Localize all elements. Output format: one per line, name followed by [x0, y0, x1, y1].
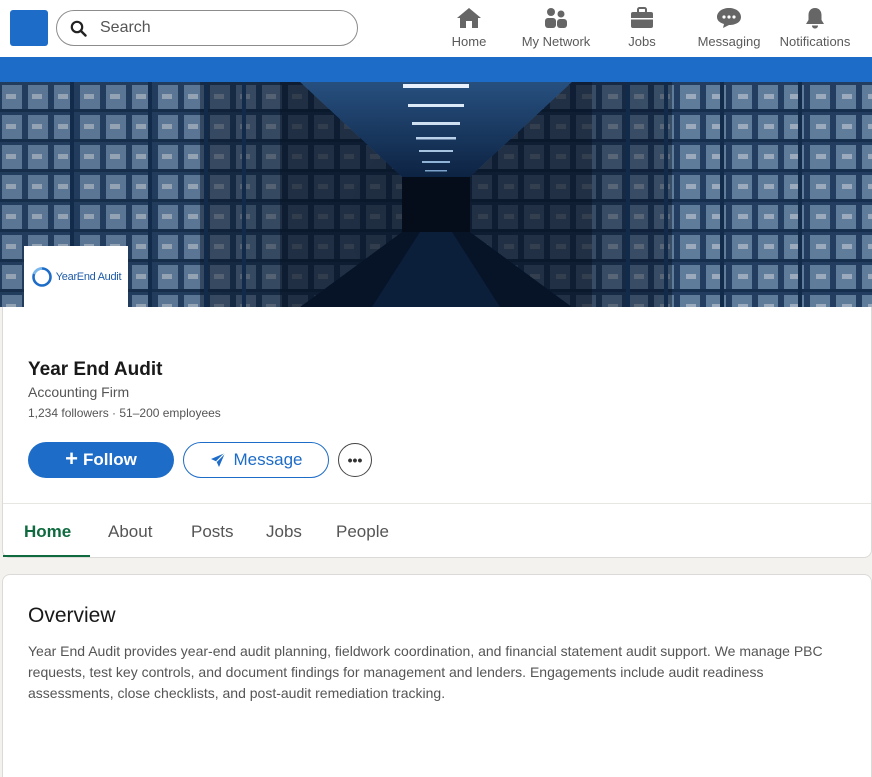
nav-messaging[interactable]: Messaging: [696, 7, 762, 53]
search-icon: [70, 20, 87, 37]
more-options-button[interactable]: •••: [338, 443, 372, 477]
company-stats[interactable]: 1,234 followers · 51–200 employees: [28, 406, 221, 420]
nav-my-network[interactable]: My Network: [519, 7, 593, 53]
nav-notifications[interactable]: Notifications: [777, 7, 853, 53]
message-button[interactable]: Message: [183, 442, 329, 478]
company-logo-ring-icon: [31, 266, 52, 287]
nav-home-label: Home: [451, 34, 487, 49]
company-industry: Accounting Firm: [28, 384, 130, 400]
message-button-label: Message: [233, 450, 303, 469]
active-tab-indicator: [3, 555, 90, 557]
tab-jobs[interactable]: Jobs: [266, 522, 302, 542]
tab-about[interactable]: About: [108, 522, 152, 542]
tab-home[interactable]: Home: [24, 522, 71, 542]
follow-button-label: Follow: [83, 450, 137, 469]
nav-jobs-label: Jobs: [628, 34, 656, 49]
messaging-icon: [717, 8, 741, 28]
brand-strip: [0, 57, 872, 82]
company-logo-text: YearEnd Audit: [55, 270, 122, 283]
plus-icon: +: [65, 445, 79, 471]
cover-banner-image: [0, 82, 872, 307]
company-logo[interactable]: YearEnd Audit: [24, 246, 128, 307]
follow-button[interactable]: + Follow: [28, 442, 174, 478]
bell-icon: [806, 8, 824, 29]
nav-jobs[interactable]: Jobs: [625, 7, 659, 53]
briefcase-icon: [631, 7, 653, 28]
nav-my-network-label: My Network: [521, 34, 591, 49]
company-name: Year End Audit: [28, 359, 163, 380]
nav-home[interactable]: Home: [450, 7, 488, 53]
network-icon: [545, 8, 567, 28]
tab-posts[interactable]: Posts: [191, 522, 234, 542]
app-logo[interactable]: [10, 10, 48, 46]
tab-people[interactable]: People: [336, 522, 389, 542]
overview-text: Year End Audit provides year-end audit p…: [28, 643, 823, 701]
company-profile-card: [2, 307, 872, 558]
search-bar[interactable]: [56, 10, 358, 46]
nav-messaging-label: Messaging: [697, 34, 761, 49]
overview-title: Overview: [28, 604, 116, 627]
more-icon: •••: [347, 452, 363, 468]
top-nav: Home My Network Jobs Messaging: [0, 0, 872, 57]
send-icon: [210, 452, 225, 467]
search-input[interactable]: [100, 19, 330, 37]
nav-notifications-label: Notifications: [779, 34, 851, 49]
tabs-divider: [3, 503, 871, 504]
home-icon: [457, 8, 481, 28]
